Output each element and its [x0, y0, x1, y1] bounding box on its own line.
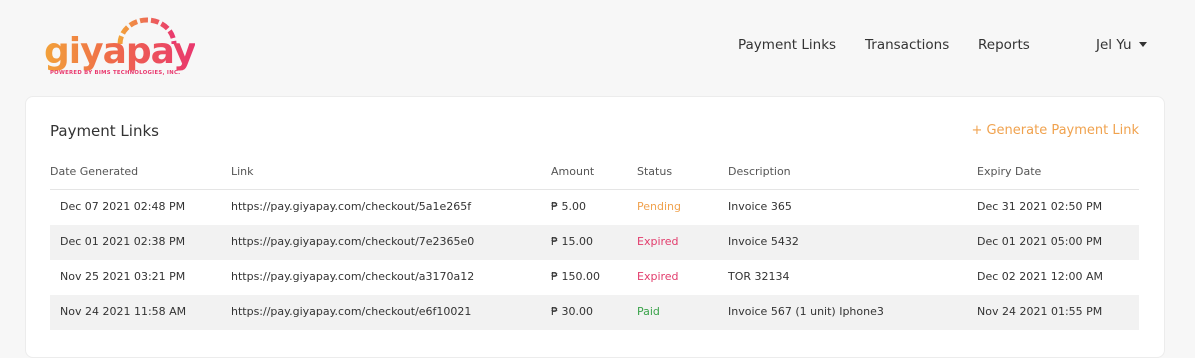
- user-menu[interactable]: Jel Yu: [1096, 37, 1147, 53]
- header-status[interactable]: Status: [637, 165, 672, 178]
- table-row[interactable]: Nov 25 2021 03:21 PM https://pay.giyapay…: [50, 260, 1139, 295]
- top-header: giyapay POWERED BY BIMS TECHNOLOGIES, IN…: [0, 0, 1195, 95]
- cell-description: Invoice 567 (1 unit) Iphone3: [728, 305, 884, 318]
- header-expiry-date[interactable]: Expiry Date: [977, 165, 1041, 178]
- payment-links-card: Payment Links + Generate Payment Link Da…: [25, 96, 1165, 358]
- header-description[interactable]: Description: [728, 165, 791, 178]
- cell-link[interactable]: https://pay.giyapay.com/checkout/5a1e265…: [231, 200, 471, 213]
- nav-reports[interactable]: Reports: [978, 37, 1030, 53]
- cell-expiry: Dec 01 2021 05:00 PM: [977, 235, 1103, 248]
- generate-payment-link-button[interactable]: + Generate Payment Link: [971, 123, 1139, 138]
- cell-link[interactable]: https://pay.giyapay.com/checkout/e6f1002…: [231, 305, 471, 318]
- cell-amount: ₱ 30.00: [551, 305, 593, 318]
- status-badge: Paid: [637, 305, 660, 318]
- status-badge: Expired: [637, 270, 679, 283]
- nav-transactions[interactable]: Transactions: [865, 37, 949, 53]
- cell-amount: ₱ 15.00: [551, 235, 593, 248]
- cell-description: TOR 32134: [728, 270, 790, 283]
- giyapay-logo[interactable]: giyapay POWERED BY BIMS TECHNOLOGIES, IN…: [44, 16, 196, 80]
- cell-date: Dec 07 2021 02:48 PM: [60, 200, 186, 213]
- cell-link[interactable]: https://pay.giyapay.com/checkout/7e2365e…: [231, 235, 474, 248]
- header-date-generated[interactable]: Date Generated: [50, 165, 138, 178]
- table-row[interactable]: Dec 01 2021 02:38 PM https://pay.giyapay…: [50, 225, 1139, 260]
- cell-link[interactable]: https://pay.giyapay.com/checkout/a3170a1…: [231, 270, 474, 283]
- user-name: Jel Yu: [1096, 37, 1132, 53]
- status-badge: Pending: [637, 200, 681, 213]
- card-title: Payment Links: [50, 122, 159, 140]
- status-badge: Expired: [637, 235, 679, 248]
- header-amount[interactable]: Amount: [551, 165, 594, 178]
- header-link[interactable]: Link: [231, 165, 254, 178]
- cell-description: Invoice 5432: [728, 235, 799, 248]
- cell-expiry: Dec 31 2021 02:50 PM: [977, 200, 1103, 213]
- caret-down-icon: [1138, 41, 1147, 47]
- logo-wordmark: giyapay: [44, 31, 196, 72]
- cell-description: Invoice 365: [728, 200, 792, 213]
- cell-date: Nov 24 2021 11:58 AM: [60, 305, 187, 318]
- table-row[interactable]: Dec 07 2021 02:48 PM https://pay.giyapay…: [50, 190, 1139, 225]
- logo-tagline: POWERED BY BIMS TECHNOLOGIES, INC.: [50, 70, 181, 76]
- cell-date: Dec 01 2021 02:38 PM: [60, 235, 186, 248]
- nav-payment-links[interactable]: Payment Links: [738, 37, 836, 53]
- table-row[interactable]: Nov 24 2021 11:58 AM https://pay.giyapay…: [50, 295, 1139, 330]
- cell-expiry: Nov 24 2021 01:55 PM: [977, 305, 1103, 318]
- cell-amount: ₱ 5.00: [551, 200, 586, 213]
- cell-date: Nov 25 2021 03:21 PM: [60, 270, 186, 283]
- cell-expiry: Dec 02 2021 12:00 AM: [977, 270, 1103, 283]
- cell-amount: ₱ 150.00: [551, 270, 600, 283]
